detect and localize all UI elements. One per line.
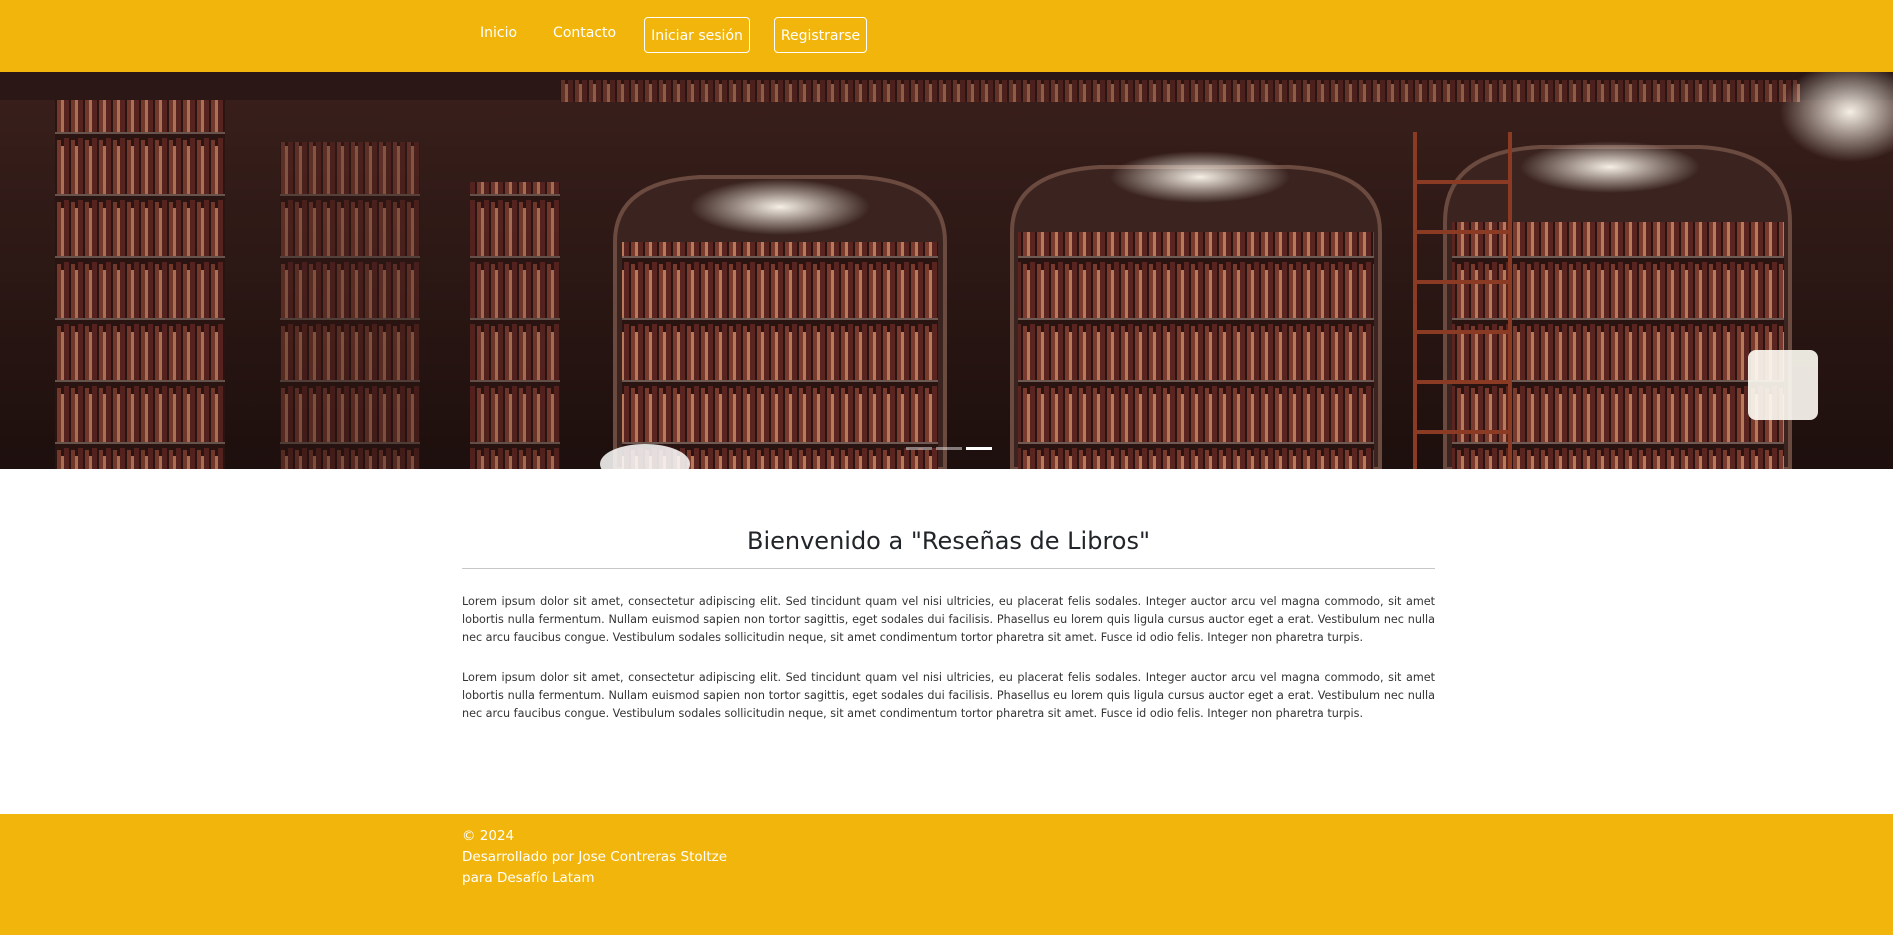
library-image bbox=[0, 72, 1893, 469]
intro-paragraph-1: Lorem ipsum dolor sit amet, consectetur … bbox=[462, 595, 1435, 644]
nav-link-contacto[interactable]: Contacto bbox=[535, 14, 634, 52]
footer-for: para Desafío Latam bbox=[462, 870, 595, 886]
footer-copyright: © 2024 bbox=[462, 828, 515, 844]
login-button[interactable]: Iniciar sesión bbox=[644, 17, 750, 53]
hero-carousel bbox=[0, 72, 1893, 469]
carousel-indicators bbox=[906, 447, 992, 450]
main-nav: Inicio Contacto Iniciar sesión Registrar… bbox=[462, 16, 881, 54]
page-title: Bienvenido a "Reseñas de Libros" bbox=[746, 527, 1151, 555]
nav-link-inicio[interactable]: Inicio bbox=[462, 14, 535, 52]
register-button[interactable]: Registrarse bbox=[773, 17, 868, 53]
carousel-indicator-1[interactable] bbox=[906, 447, 932, 450]
intro-paragraph-2: Lorem ipsum dolor sit amet, consectetur … bbox=[462, 671, 1435, 720]
title-divider bbox=[462, 568, 1435, 569]
footer-developer: Desarrollado por Jose Contreras Stoltze bbox=[462, 849, 728, 865]
site-footer: © 2024 Desarrollado por Jose Contreras S… bbox=[0, 814, 1893, 935]
carousel-indicator-3[interactable] bbox=[966, 447, 992, 450]
top-navbar: Inicio Contacto Iniciar sesión Registrar… bbox=[0, 0, 1893, 72]
main-content: Bienvenido a "Reseñas de Libros" Lorem i… bbox=[462, 469, 1435, 723]
carousel-indicator-2[interactable] bbox=[936, 447, 962, 450]
footer-credits: © 2024 Desarrollado por Jose Contreras S… bbox=[462, 826, 727, 889]
